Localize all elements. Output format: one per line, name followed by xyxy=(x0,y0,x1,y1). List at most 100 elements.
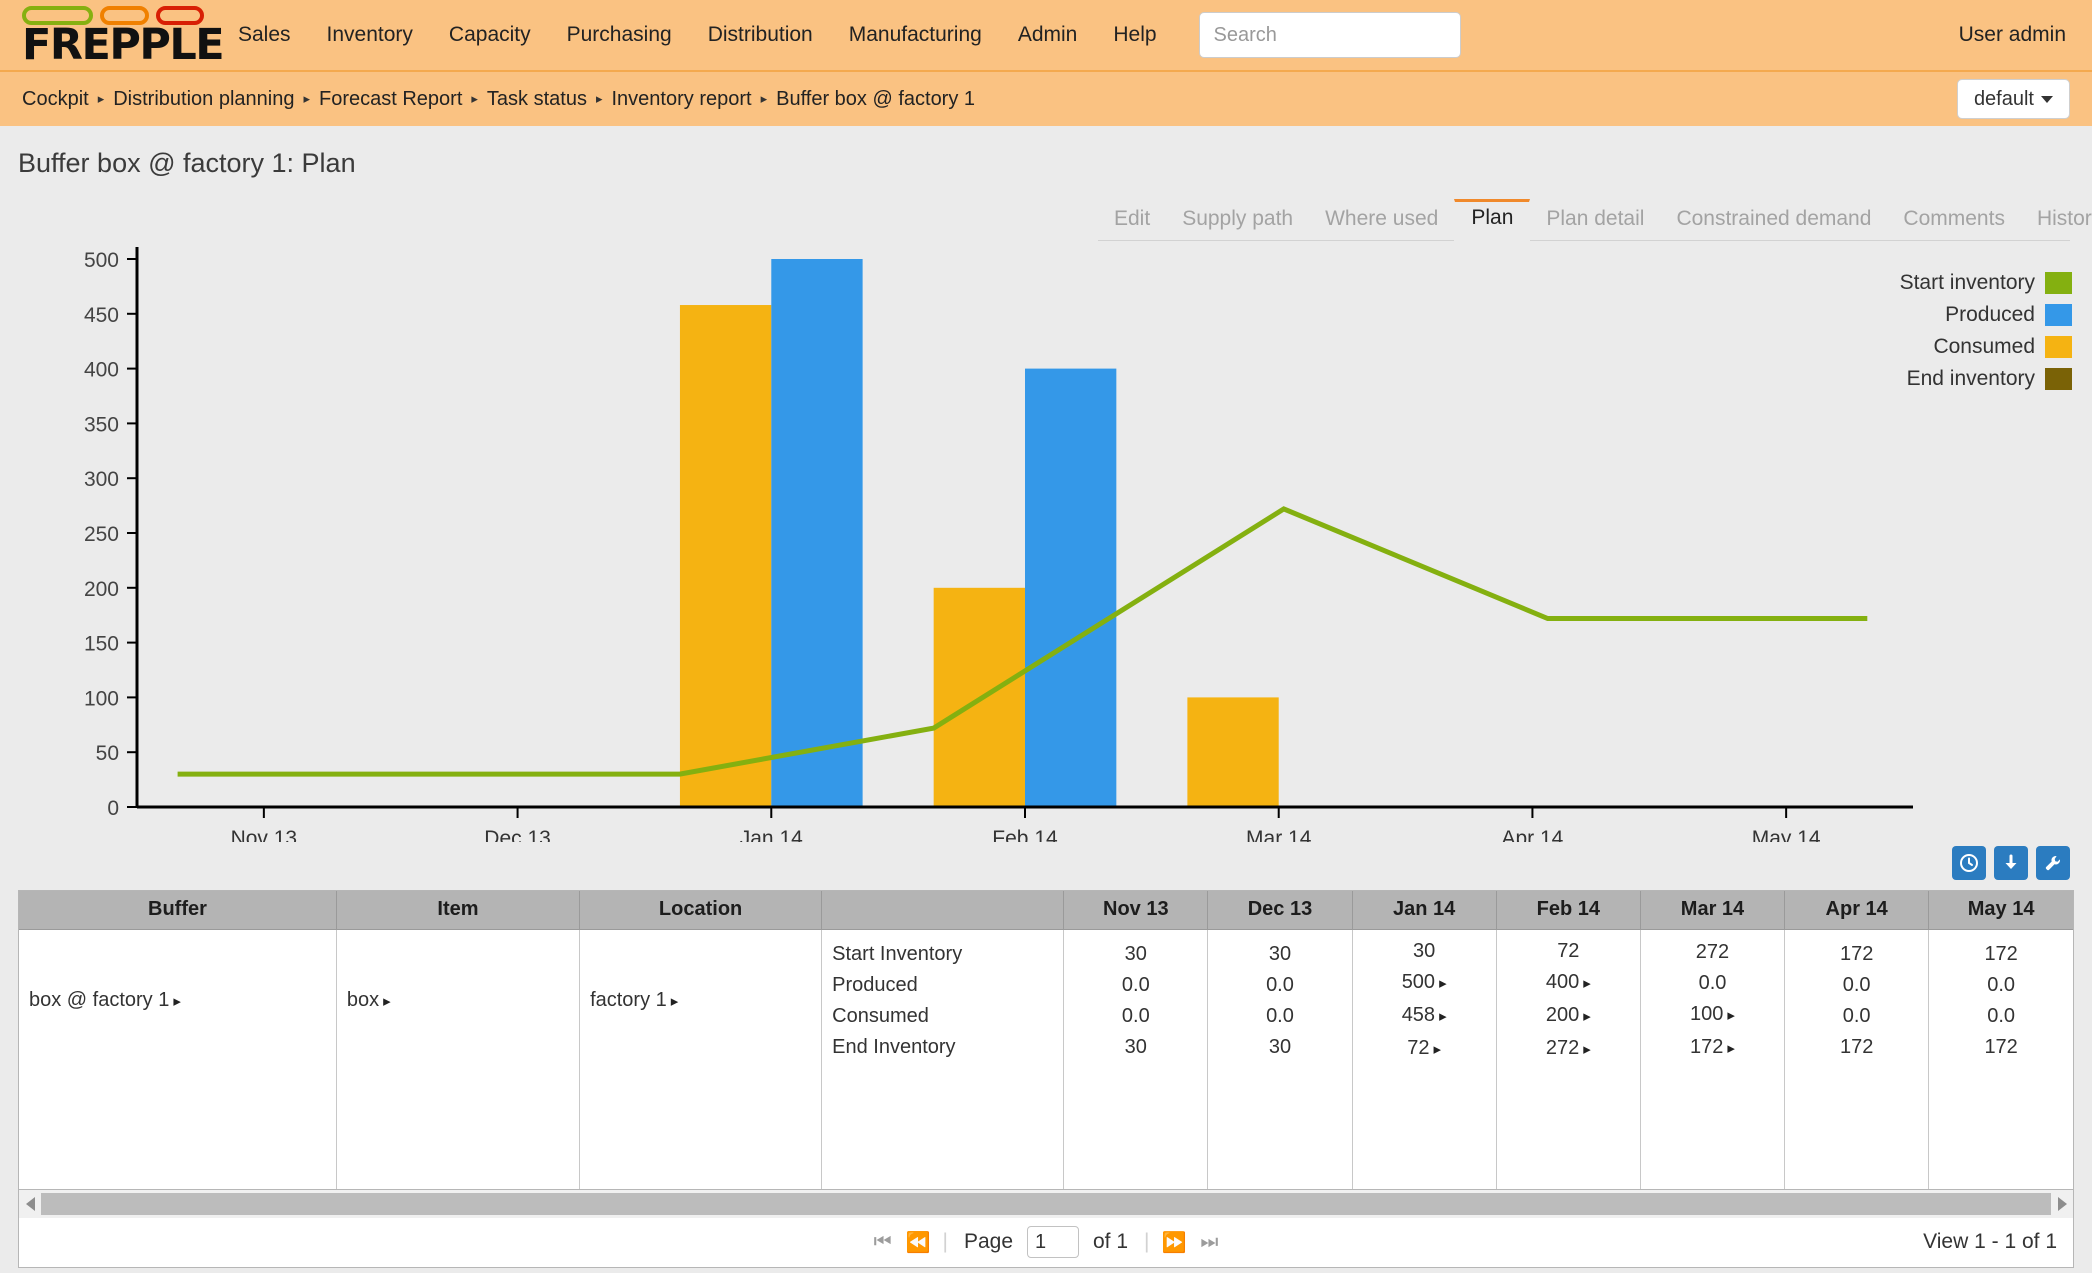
last-page-button[interactable]: ⏭ xyxy=(1196,1231,1222,1254)
history-button[interactable] xyxy=(1952,846,1986,880)
cell-location[interactable]: factory 1 ▸ xyxy=(579,929,823,1071)
measure-value: 172 xyxy=(1984,1035,2018,1058)
scroll-left-button[interactable] xyxy=(19,1196,41,1211)
measure-label: End Inventory xyxy=(832,1035,956,1058)
drilldown-arrow-icon[interactable]: ▸ xyxy=(1583,1004,1591,1030)
nav-item-admin[interactable]: Admin xyxy=(1000,17,1096,53)
measure-value[interactable]: 400 ▸ xyxy=(1546,969,1591,997)
breadcrumb-item-cockpit[interactable]: Cockpit xyxy=(22,88,89,111)
column-header-buffer[interactable]: Buffer xyxy=(19,891,337,930)
nav-item-capacity[interactable]: Capacity xyxy=(431,17,549,53)
drilldown-arrow-icon[interactable]: ▸ xyxy=(1727,1036,1735,1062)
chart-canvas: 0 50 100 150 200 250 300 350 400 450 500 Nov 13 Dec … xyxy=(84,247,1913,842)
next-page-button[interactable]: ⏩ xyxy=(1158,1230,1191,1255)
svg-text:450: 450 xyxy=(84,304,119,327)
customize-button[interactable] xyxy=(2036,846,2070,880)
tab-edit[interactable]: Edit xyxy=(1098,203,1166,241)
legend-swatch-consumed xyxy=(2045,336,2072,358)
drilldown-arrow-icon[interactable]: ▸ xyxy=(1439,1004,1447,1030)
measure-value[interactable]: 172 ▸ xyxy=(1690,1034,1735,1062)
nav-item-sales[interactable]: Sales xyxy=(220,17,309,53)
drilldown-arrow-icon[interactable]: ▸ xyxy=(1583,1037,1591,1063)
nav-item-distribution[interactable]: Distribution xyxy=(690,17,831,53)
measure-value[interactable]: 72 ▸ xyxy=(1407,1035,1441,1063)
breadcrumb-item-distribution-planning[interactable]: Distribution planning xyxy=(113,88,294,111)
breadcrumb-item-task-status[interactable]: Task status xyxy=(487,88,587,111)
cell-nov-13: 30 0.0 0.0 30 xyxy=(1063,929,1209,1071)
measure-value: 0.0 xyxy=(1698,971,1727,994)
empty-cell xyxy=(19,1070,337,1189)
drilldown-arrow-icon[interactable]: ▸ xyxy=(383,992,391,1010)
user-menu[interactable]: User admin xyxy=(1959,23,2066,47)
drilldown-arrow-icon[interactable]: ▸ xyxy=(671,992,679,1010)
table-empty-row xyxy=(19,1070,2073,1189)
drilldown-arrow-icon[interactable]: ▸ xyxy=(173,992,181,1010)
column-header-item[interactable]: Item xyxy=(336,891,581,930)
scroll-right-button[interactable] xyxy=(2051,1196,2073,1211)
svg-text:400: 400 xyxy=(84,359,119,382)
export-button[interactable] xyxy=(1994,846,2028,880)
pager-of-label: of 1 xyxy=(1093,1230,1129,1253)
cell-feb-14: 72 400 ▸ 200 ▸ 272 ▸ xyxy=(1496,929,1641,1071)
svg-text:0: 0 xyxy=(107,797,119,820)
measure-value: 172 xyxy=(1984,942,2018,965)
empty-cell xyxy=(1640,1070,1786,1189)
tab-where-used[interactable]: Where used xyxy=(1309,203,1454,241)
measure-value[interactable]: 272 ▸ xyxy=(1546,1035,1591,1063)
cell-buffer[interactable]: box @ factory 1 ▸ xyxy=(19,929,337,1071)
previous-page-button[interactable]: ⏪ xyxy=(902,1230,935,1255)
column-header-nov-13[interactable]: Nov 13 xyxy=(1063,891,1209,930)
nav-item-inventory[interactable]: Inventory xyxy=(309,17,431,53)
breadcrumb-item-forecast-report[interactable]: Forecast Report xyxy=(319,88,462,111)
column-header-mar-14[interactable]: Mar 14 xyxy=(1640,891,1786,930)
measure-value[interactable]: 500 ▸ xyxy=(1402,969,1447,997)
drilldown-arrow-icon[interactable]: ▸ xyxy=(1434,1037,1442,1063)
column-header-jan-14[interactable]: Jan 14 xyxy=(1352,891,1497,930)
drilldown-arrow-icon[interactable]: ▸ xyxy=(1583,971,1591,997)
chart-legend: Start inventory Produced Consumed End in… xyxy=(1900,271,2072,391)
search-input[interactable] xyxy=(1198,12,1461,58)
nav-item-help[interactable]: Help xyxy=(1095,17,1174,53)
measure-value: 0.0 xyxy=(1842,1004,1871,1027)
scenario-dropdown-button[interactable]: default xyxy=(1956,79,2070,119)
legend-label-start-inventory: Start inventory xyxy=(1899,271,2035,294)
breadcrumb-item-inventory-report[interactable]: Inventory report xyxy=(612,88,752,111)
tab-plan[interactable]: Plan xyxy=(1454,199,1531,241)
legend-item-start-inventory: Start inventory xyxy=(1900,271,2072,295)
drilldown-arrow-icon[interactable]: ▸ xyxy=(1439,971,1447,997)
drilldown-arrow-icon[interactable]: ▸ xyxy=(1727,1003,1735,1029)
column-header-apr-14[interactable]: Apr 14 xyxy=(1784,891,1930,930)
chevron-down-icon xyxy=(2041,95,2053,103)
plan-table: Buffer Item Location Nov 13 Dec 13 Jan 1… xyxy=(18,890,2074,1190)
measure-value[interactable]: 200 ▸ xyxy=(1546,1002,1591,1030)
breadcrumb-item-buffer-box-factory-1[interactable]: Buffer box @ factory 1 xyxy=(776,88,975,111)
svg-text:150: 150 xyxy=(84,633,119,656)
svg-text:200: 200 xyxy=(84,578,119,601)
column-header-dec-13[interactable]: Dec 13 xyxy=(1207,891,1353,930)
tab-comments[interactable]: Comments xyxy=(1887,203,2021,241)
cell-dec-13: 30 0.0 0.0 30 xyxy=(1207,929,1353,1071)
nav-item-purchasing[interactable]: Purchasing xyxy=(549,17,690,53)
measure-value: 30 xyxy=(1268,1035,1292,1058)
column-header-may-14[interactable]: May 14 xyxy=(1928,891,2073,930)
column-header-feb-14[interactable]: Feb 14 xyxy=(1496,891,1641,930)
scenario-dropdown-label: default xyxy=(1973,87,2034,110)
tab-supply-path[interactable]: Supply path xyxy=(1166,203,1309,241)
measure-value: 0.0 xyxy=(1266,1004,1294,1027)
cell-item[interactable]: box ▸ xyxy=(336,929,581,1071)
measure-value[interactable]: 458 ▸ xyxy=(1402,1002,1447,1030)
nav-item-manufacturing[interactable]: Manufacturing xyxy=(831,17,1000,53)
breadcrumb-separator-icon: ▸ xyxy=(97,91,105,106)
tab-constrained-demand[interactable]: Constrained demand xyxy=(1660,203,1887,241)
frepple-logo[interactable]: FREPPLE xyxy=(22,6,225,67)
first-page-button[interactable]: ⏮ xyxy=(870,1231,896,1254)
tab-history[interactable]: History xyxy=(2021,203,2092,241)
page-number-input[interactable] xyxy=(1027,1226,1079,1258)
empty-cell xyxy=(1207,1070,1353,1189)
column-header-location[interactable]: Location xyxy=(579,891,823,930)
svg-text:300: 300 xyxy=(84,468,119,491)
tab-plan-detail[interactable]: Plan detail xyxy=(1530,203,1660,241)
scrollbar-thumb[interactable] xyxy=(41,1192,2051,1215)
horizontal-scrollbar[interactable] xyxy=(18,1189,2074,1218)
measure-value[interactable]: 100 ▸ xyxy=(1690,1001,1735,1029)
